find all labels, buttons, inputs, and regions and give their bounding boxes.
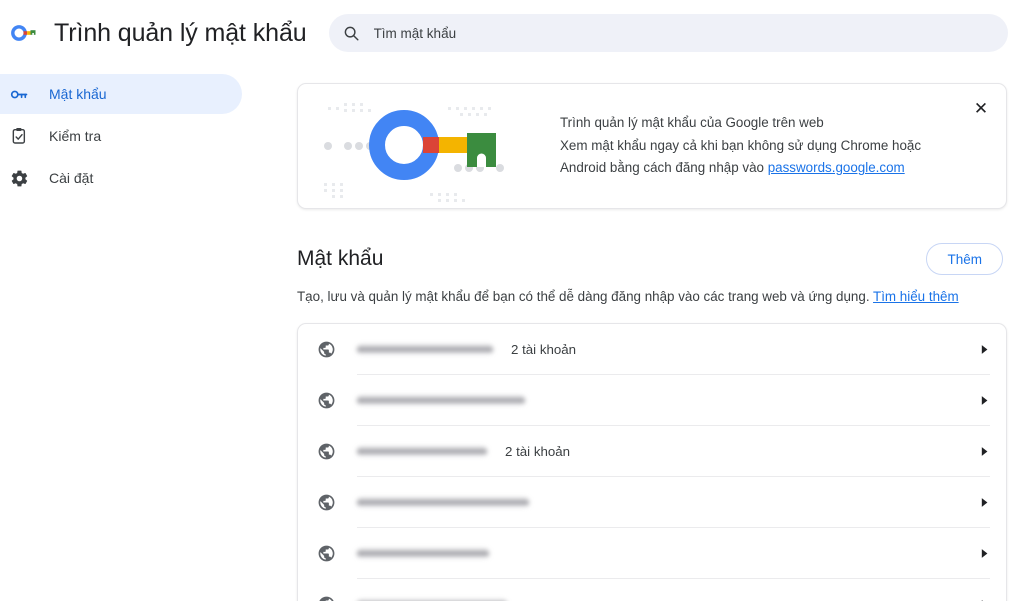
promo-card: Trình quản lý mật khẩu của Google trên w… (297, 83, 1007, 209)
section-title: Mật khẩu (297, 247, 383, 271)
promo-line-1: Trình quản lý mật khẩu của Google trên w… (560, 112, 966, 135)
add-password-button[interactable]: Thêm (926, 243, 1003, 275)
search-box[interactable] (329, 14, 1008, 52)
passwords-google-link[interactable]: passwords.google.com (768, 160, 905, 175)
table-row[interactable] (298, 477, 1006, 528)
globe-icon (315, 390, 337, 412)
page-title: Trình quản lý mật khẩu (54, 19, 307, 48)
app-header: Trình quản lý mật khẩu (0, 0, 1020, 66)
clipboard-check-icon (8, 125, 30, 147)
row-content (357, 375, 990, 426)
key-icon (8, 18, 38, 48)
row-content: 2 tài khoản (357, 426, 990, 477)
sidebar: Mật khẩu Kiểm tra Cài đặt (0, 66, 272, 601)
chevron-right-icon[interactable] (980, 548, 990, 560)
password-manager-page: Trình quản lý mật khẩu Mật khẩ (0, 0, 1020, 601)
sidebar-item-label: Kiểm tra (49, 128, 101, 144)
table-row[interactable]: 2 tài khoản (298, 426, 1006, 477)
redacted-site-name (357, 446, 487, 457)
globe-icon (315, 339, 337, 361)
redacted-site-name (357, 497, 529, 508)
chevron-right-icon[interactable] (980, 395, 990, 407)
account-count: 2 tài khoản (511, 342, 576, 357)
redacted-site-name (357, 395, 525, 406)
google-key-illustration (298, 83, 560, 209)
sidebar-item-passwords[interactable]: Mật khẩu (0, 74, 242, 114)
password-list: 2 tài khoản (297, 323, 1007, 601)
close-icon[interactable]: ✕ (967, 94, 995, 122)
key-icon (8, 83, 30, 105)
section-description: Tạo, lưu và quản lý mật khẩu để bạn có t… (297, 289, 1007, 304)
account-count: 2 tài khoản (505, 444, 570, 459)
redacted-site-name (357, 344, 493, 355)
globe-icon (315, 594, 337, 601)
chevron-right-icon[interactable] (980, 344, 990, 356)
promo-line-3-prefix: Android bằng cách đăng nhập vào (560, 160, 768, 175)
learn-more-link[interactable]: Tìm hiểu thêm (873, 289, 959, 304)
section-header: Mật khẩu Thêm (297, 243, 1007, 275)
promo-line-3: Android bằng cách đăng nhập vào password… (560, 157, 966, 180)
search-input[interactable] (372, 14, 1008, 52)
globe-icon (315, 441, 337, 463)
globe-icon (315, 543, 337, 565)
row-content (357, 477, 990, 528)
chevron-right-icon[interactable] (980, 446, 990, 458)
promo-line-2: Xem mật khẩu ngay cả khi bạn không sử dụ… (560, 135, 966, 158)
table-row[interactable] (298, 375, 1006, 426)
chevron-right-icon[interactable] (980, 497, 990, 509)
row-content: 2 tài khoản (357, 324, 990, 375)
sidebar-item-label: Cài đặt (49, 170, 93, 186)
row-content (357, 528, 990, 579)
promo-text: Trình quản lý mật khẩu của Google trên w… (560, 112, 1006, 180)
table-row[interactable] (298, 579, 1006, 601)
gear-icon (8, 167, 30, 189)
sidebar-item-label: Mật khẩu (49, 86, 107, 102)
sidebar-item-checkup[interactable]: Kiểm tra (0, 116, 242, 156)
redacted-site-name (357, 548, 489, 559)
search-icon (343, 25, 360, 42)
row-content (357, 579, 990, 601)
globe-icon (315, 492, 337, 514)
main-content: Trình quản lý mật khẩu của Google trên w… (272, 66, 1020, 601)
table-row[interactable] (298, 528, 1006, 579)
section-description-text: Tạo, lưu và quản lý mật khẩu để bạn có t… (297, 289, 873, 304)
sidebar-item-settings[interactable]: Cài đặt (0, 158, 242, 198)
table-row[interactable]: 2 tài khoản (298, 324, 1006, 375)
